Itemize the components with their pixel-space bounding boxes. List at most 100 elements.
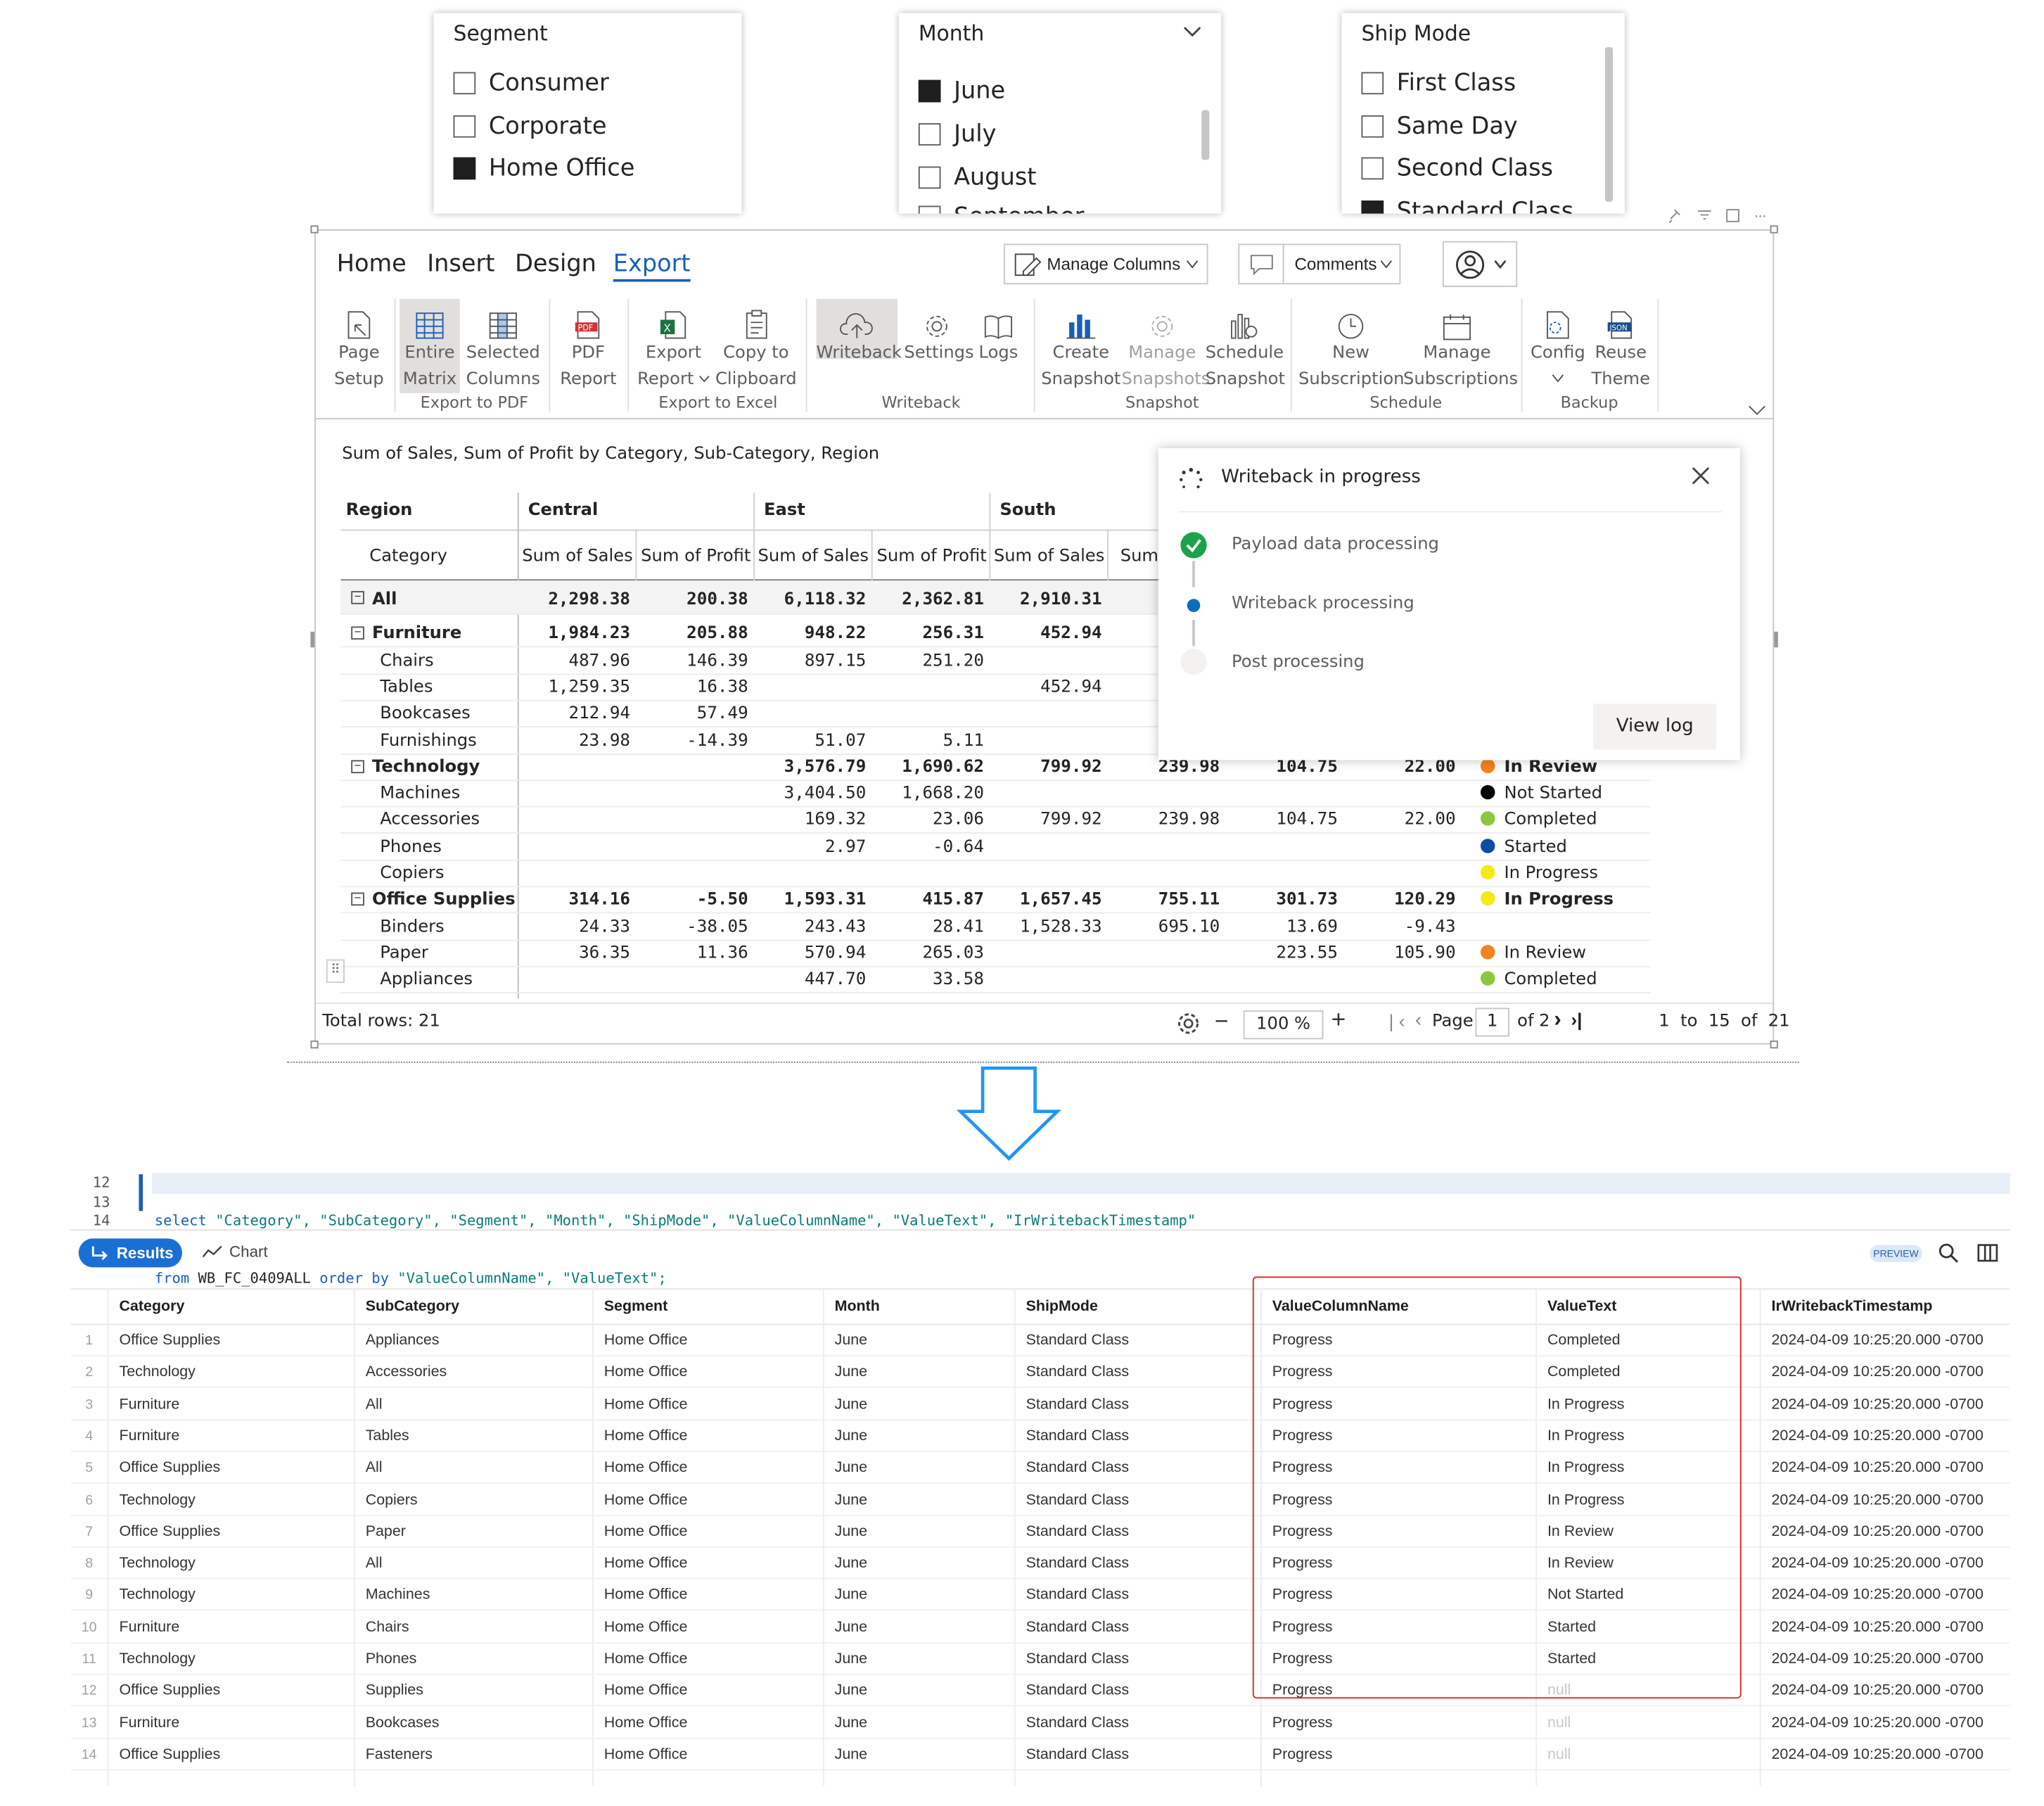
table-cell[interactable]: June [835,1524,867,1539]
last-page-icon[interactable]: ›| [1571,1009,1582,1030]
comments-button[interactable]: Comments [1238,243,1401,285]
matrix-cell[interactable]: 36.35 [519,943,630,963]
matrix-cell[interactable]: 51.07 [755,731,866,751]
matrix-cell[interactable]: 104.75 [1227,757,1337,777]
matrix-cell[interactable]: 105.90 [1344,943,1455,963]
table-cell[interactable]: Progress [1272,1747,1333,1762]
matrix-cell[interactable]: 799.92 [990,810,1101,830]
drag-handle-icon[interactable]: ⠿ [326,959,345,984]
matrix-cell[interactable]: 23.98 [519,731,630,751]
collapse-icon[interactable]: − [351,892,364,906]
export-report-button[interactable]: X Export Report [635,299,711,393]
matrix-cell[interactable]: 799.92 [990,757,1101,777]
manage-subscriptions-button[interactable]: Manage Subscriptions [1403,299,1518,393]
matrix-cell[interactable]: 301.73 [1227,890,1337,910]
matrix-cell[interactable]: 205.88 [637,624,748,644]
tab-chart[interactable]: Chart [202,1242,268,1261]
table-cell[interactable]: 2024-04-09 10:25:20.000 -0700 [1772,1620,1984,1635]
slicer-item-standard-class[interactable]: Standard Class [1361,196,1573,214]
table-cell[interactable]: Home Office [604,1524,688,1539]
gear-icon[interactable] [1175,1010,1201,1036]
matrix-cell[interactable]: 6,118.32 [755,590,867,609]
table-cell[interactable]: Appliances [366,1333,440,1348]
table-cell[interactable]: June [835,1461,867,1476]
table-cell[interactable]: Standard Class [1026,1428,1129,1444]
slicer-item-second-class[interactable]: Second Class [1361,152,1553,184]
status-cell[interactable]: In Progress [1480,890,1614,910]
table-cell[interactable]: Office Supplies [120,1683,221,1698]
matrix-cell[interactable]: 314.16 [519,890,630,910]
matrix-cell[interactable]: 146.39 [637,651,748,670]
table-cell[interactable]: 2024-04-09 10:25:20.000 -0700 [1772,1588,1984,1603]
matrix-cell[interactable]: -38.05 [637,917,748,936]
checkbox-icon[interactable] [918,165,941,189]
matrix-cell[interactable]: 200.38 [637,590,748,609]
column-header[interactable]: Segment [604,1299,668,1314]
schedule-snapshot-button[interactable]: Schedule Snapshot [1206,299,1285,393]
config-button[interactable]: Config [1528,299,1588,393]
table-cell[interactable]: Standard Class [1026,1715,1129,1731]
writeback-button[interactable]: Writeback [816,298,902,363]
matrix-cell[interactable]: 16.38 [637,678,748,697]
search-icon[interactable] [1938,1242,1959,1264]
status-cell[interactable]: In Review [1480,757,1597,777]
zoom-input[interactable]: 100 % [1243,1010,1324,1040]
pdf-report-button[interactable]: PDF PDF Report [554,299,622,393]
checkbox-checked-icon[interactable] [1361,200,1384,214]
matrix-cell[interactable]: 755.11 [1109,890,1220,910]
column-header[interactable]: ShipMode [1026,1299,1098,1314]
table-cell[interactable]: Office Supplies [120,1524,221,1539]
table-cell[interactable]: All [366,1461,383,1476]
table-cell[interactable]: 2024-04-09 10:25:20.000 -0700 [1772,1556,1984,1571]
table-cell[interactable]: Technology [120,1588,196,1603]
matrix-cell[interactable]: 1,690.62 [873,757,984,777]
resize-handle[interactable] [1774,631,1778,648]
table-cell[interactable]: June [835,1588,867,1603]
zoom-in-icon[interactable]: + [1331,1007,1346,1036]
matrix-cell[interactable]: 948.22 [755,624,866,644]
table-cell[interactable]: All [366,1397,383,1412]
matrix-cell[interactable]: 2,298.38 [519,590,630,609]
create-snapshot-button[interactable]: Create Snapshot [1040,299,1121,393]
table-cell[interactable]: 2024-04-09 10:25:20.000 -0700 [1772,1747,1984,1762]
chevron-down-icon[interactable] [1183,25,1201,38]
table-cell[interactable]: Home Office [604,1333,688,1348]
checkbox-icon[interactable] [1361,156,1384,179]
matrix-cell[interactable]: 1,528.33 [990,917,1102,936]
table-cell[interactable]: Home Office [604,1428,688,1444]
matrix-cell[interactable]: -14.39 [637,731,748,751]
checkbox-icon[interactable] [918,122,941,145]
entire-matrix-button[interactable]: Entire Matrix [400,298,460,393]
matrix-cell[interactable]: -5.50 [637,890,748,910]
resize-handle[interactable] [310,631,315,648]
matrix-cell[interactable]: 897.15 [755,651,866,670]
matrix-cell[interactable]: 1,259.35 [519,678,630,697]
copy-to-clipboard-button[interactable]: Copy to Clipboard [714,299,798,393]
matrix-cell[interactable]: -9.43 [1344,917,1456,936]
checkbox-icon[interactable] [918,205,941,214]
status-cell[interactable]: Completed [1480,970,1597,990]
matrix-cell[interactable]: 22.00 [1344,810,1456,830]
matrix-cell[interactable]: 169.32 [755,810,866,830]
slicer-item-home-office[interactable]: Home Office [453,152,634,184]
table-cell[interactable]: Paper [366,1524,406,1539]
table-cell[interactable]: 2024-04-09 10:25:20.000 -0700 [1772,1397,1984,1412]
matrix-cell[interactable]: 239.98 [1109,810,1220,830]
table-cell[interactable]: June [835,1683,867,1698]
table-cell[interactable]: 2024-04-09 10:25:20.000 -0700 [1772,1651,1984,1667]
status-cell[interactable]: Started [1480,837,1567,857]
table-cell[interactable]: Standard Class [1026,1588,1129,1603]
table-row[interactable]: 14 Office Supplies Fasteners Home Office Jun… [70,1739,2010,1771]
slicer-item-first-class[interactable]: First Class [1361,67,1516,98]
prev-page-icon[interactable]: ‹ [1415,1009,1422,1031]
column-header[interactable]: Month [835,1299,880,1314]
matrix-cell[interactable]: 452.94 [990,678,1101,697]
table-cell[interactable]: Home Office [604,1747,688,1762]
tab-export[interactable]: Export [613,250,691,282]
next-page-icon[interactable]: › [1554,1007,1561,1033]
table-cell[interactable]: Accessories [366,1365,447,1380]
slicer-item-same-day[interactable]: Same Day [1361,110,1518,141]
table-cell[interactable]: Technology [120,1651,196,1667]
table-cell[interactable]: 2024-04-09 10:25:20.000 -0700 [1772,1715,1984,1731]
selected-columns-button[interactable]: Selected Columns [464,299,542,393]
